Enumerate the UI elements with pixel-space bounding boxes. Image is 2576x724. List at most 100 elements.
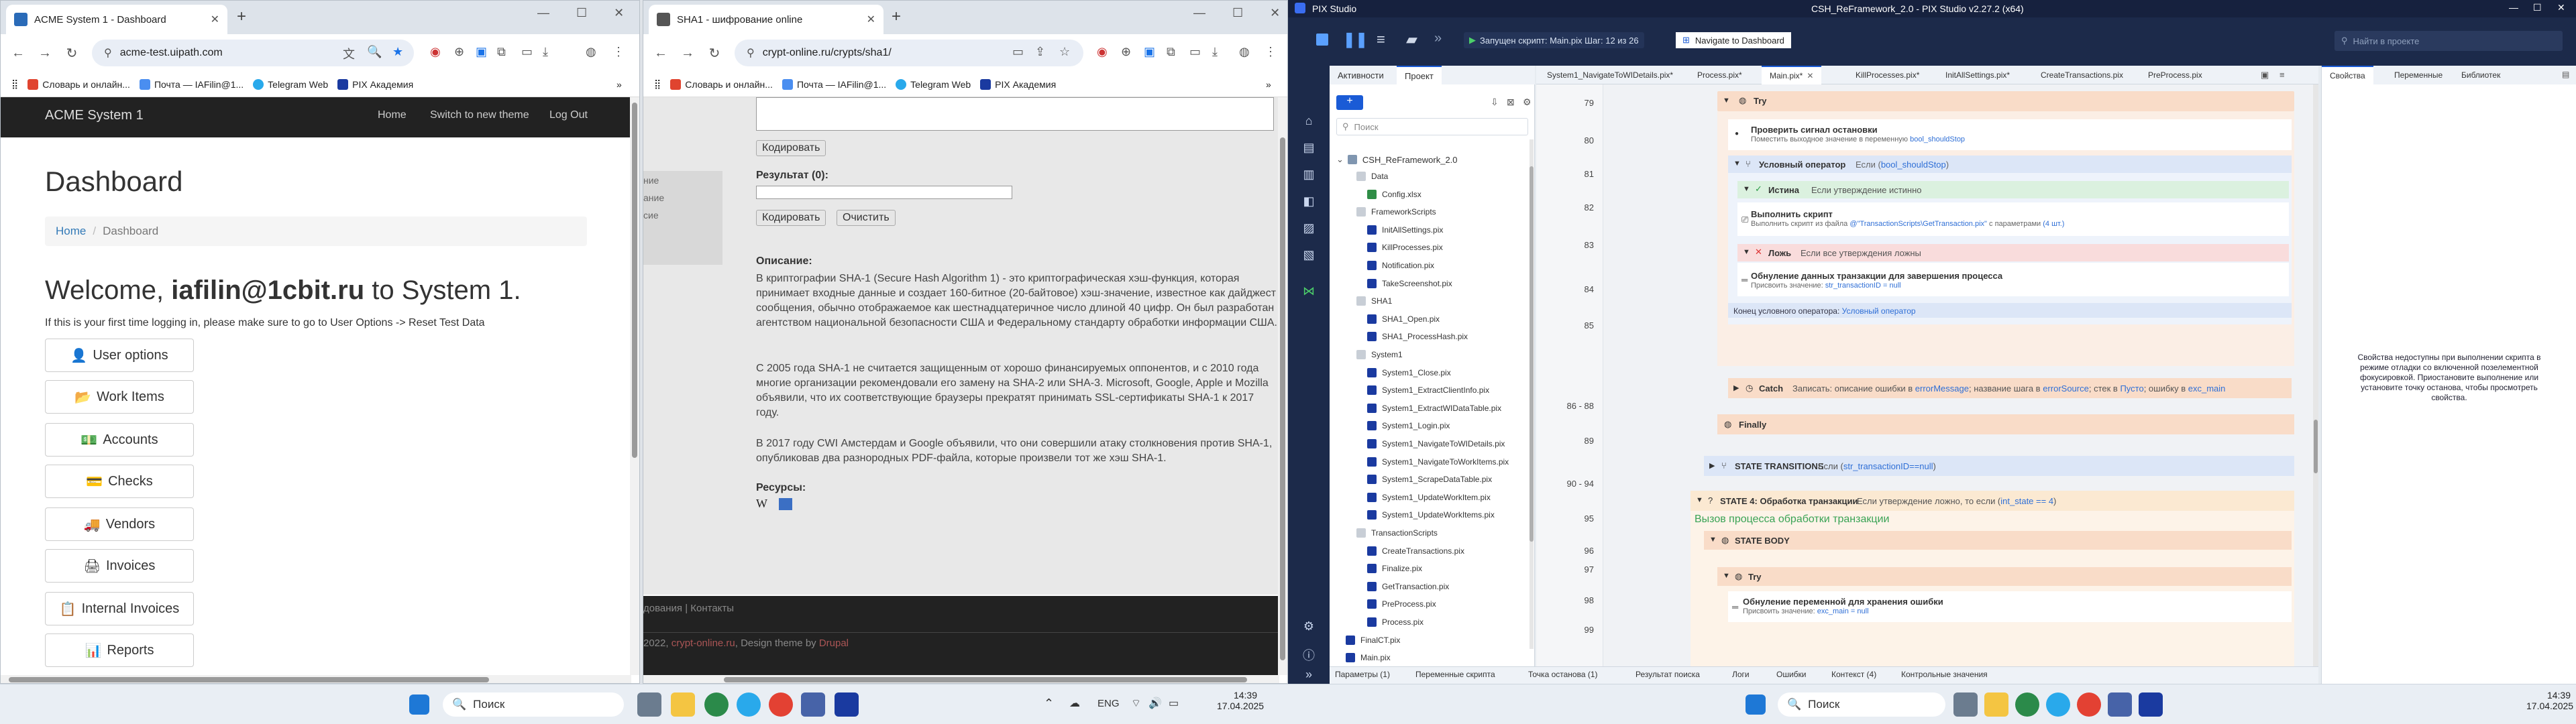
try-block[interactable]: ▼ ◍ Try [1717,91,2294,111]
windows-start-icon[interactable] [409,695,429,715]
reload-icon[interactable]: ↻ [701,45,728,62]
chevron-down-icon[interactable]: ▼ [1709,536,1717,544]
nav-icon[interactable]: ▨ [1301,221,1316,236]
step-icon[interactable]: ≡ [1377,31,1385,48]
tree-file[interactable]: Main.pix [1346,653,1391,663]
apps-icon[interactable]: ⣿ [654,78,661,90]
extension-icon[interactable]: ◉ [430,45,441,59]
tab-libraries[interactable]: Библиотек [2453,66,2508,84]
panel-menu-icon[interactable]: ▤ [2562,70,2569,79]
chevron-down-icon[interactable]: ▼ [1733,160,1741,168]
editor-tab[interactable]: System1_NavigateToWIDetails.pix* [1539,66,1681,84]
scrollbar-thumb[interactable] [1529,166,1534,542]
scrollbar-thumb[interactable] [9,677,489,682]
new-tab-icon[interactable]: + [892,7,901,26]
tree-file[interactable]: Process.pix [1367,617,1424,627]
sidebar-icon[interactable]: ▭ [1189,45,1201,59]
encode-button[interactable]: Кодировать [756,140,826,156]
tree-file[interactable]: Notification.pix [1367,261,1434,270]
settings-icon[interactable]: ⚙ [1301,619,1316,634]
footer-theme-link[interactable]: Drupal [819,638,849,649]
bookmark-item[interactable]: Словарь и онлайн... [670,78,773,90]
clock[interactable]: 14:39 17.04.2025 [2526,690,2573,711]
side-menu-item[interactable]: ание [643,192,664,203]
extensions-puzzle-icon[interactable]: ⧉ [497,45,506,59]
maximize-icon[interactable]: ☐ [1232,6,1243,20]
app-icon[interactable] [704,692,729,717]
check-stop-activity[interactable]: ● Проверить сигнал остановки Поместить в… [1728,119,2292,150]
tab-variables[interactable]: Переменные [2386,66,2451,84]
site-info-icon[interactable]: ⚲ [104,46,112,60]
invoices-button[interactable]: 🖨 Invoices [45,549,194,583]
encode-button[interactable]: Кодировать [756,210,826,226]
editor-tab[interactable]: CreateTransactions.pix [2033,66,2131,84]
bottom-tab[interactable]: Ошибки [1776,670,1807,679]
scrollbar-thumb[interactable] [1280,137,1285,660]
file-explorer-icon[interactable] [1984,692,2008,717]
extension-icon[interactable]: ▣ [1144,45,1155,59]
tree-file[interactable]: InitAllSettings.pix [1367,225,1443,235]
file-explorer-icon[interactable] [671,692,695,717]
footer-link[interactable]: дования [643,603,682,614]
bookmark-item[interactable]: PIX Академия [980,78,1056,90]
telegram-icon[interactable] [2046,692,2070,717]
tree-file[interactable]: System1_Close.pix [1367,367,1451,377]
bookmark-star-icon[interactable]: ★ [392,45,403,59]
vendors-button[interactable]: 🚚 Vendors [45,507,194,541]
telegram-icon[interactable] [737,692,761,717]
close-window-icon[interactable]: ✕ [2557,2,2565,13]
footer-link-contacts[interactable]: Контакты [690,603,734,614]
extension-icon[interactable]: ▣ [476,45,487,59]
tree-file[interactable]: SHA1_Open.pix [1367,314,1440,324]
vertical-scrollbar[interactable] [630,97,639,675]
profile-icon[interactable]: ◍ [1239,45,1250,59]
new-tab-icon[interactable]: + [237,7,246,26]
nav-logout-link[interactable]: Log Out [549,109,588,121]
work-items-button[interactable]: 📂 Work Items [45,380,194,414]
editor-tab[interactable]: KillProcesses.pix* [1847,66,1927,84]
network-icon[interactable]: ☁ [1069,697,1080,710]
extension-icon[interactable]: ◉ [1097,45,1108,59]
brand-link[interactable]: ACME System 1 [45,108,144,123]
nav-icon[interactable]: ◧ [1301,194,1316,209]
bottom-tab[interactable]: Точка останова (1) [1528,670,1598,679]
resource-link-icon[interactable] [779,498,792,510]
windows-start-icon[interactable] [1746,695,1766,715]
browser-tab-sha1[interactable]: SHA1 - шифрование online ✕ [649,5,883,34]
editor-tab[interactable]: InitAllSettings.pix* [1937,66,2018,84]
close-tab-icon[interactable]: ✕ [1807,71,1813,80]
if-block[interactable]: ▼ ⑂ Условный оператор Если (bool_shouldS… [1728,156,2292,173]
add-button[interactable]: + [1336,95,1363,110]
export-icon[interactable]: ⇩ [1491,97,1499,108]
false-branch[interactable]: ▼ ✕ Ложь Если все утверждения ложны [1737,244,2289,261]
bottom-tab[interactable]: Результат поиска [1635,670,1700,679]
back-icon[interactable]: ← [647,46,674,61]
nav-switch-theme-link[interactable]: Switch to new theme [430,109,529,121]
cast-icon[interactable]: ▭ [1012,45,1024,59]
tabs-overflow-icon[interactable]: ▣ [2261,70,2269,80]
more-icon[interactable]: » [1434,31,1442,46]
assign-activity[interactable]: ═ Обнуление переменной для хранения ошиб… [1728,591,2292,622]
tab-project[interactable]: Проект [1397,66,1442,84]
bottom-tab[interactable]: Контрольные значения [1901,670,1988,679]
tray-arrow-icon[interactable]: ⌃ [1044,697,1054,711]
wikipedia-icon[interactable]: W [756,497,767,511]
pix-studio-icon[interactable] [835,692,859,717]
tree-folder[interactable]: TransactionScripts [1356,528,1438,538]
tree-folder[interactable]: System1 [1356,350,1403,359]
close-tab-icon[interactable]: ✕ [211,13,219,26]
scrollbar-thumb[interactable] [632,103,637,458]
tree-search[interactable]: ⚲ Поиск [1336,118,1528,135]
accounts-button[interactable]: 💵 Accounts [45,423,194,457]
chevron-down-icon[interactable]: ▼ [1743,185,1750,193]
language-indicator[interactable]: ENG [1097,698,1120,709]
tree-scrollbar[interactable] [1529,139,1534,649]
nav-icon[interactable]: ▥ [1301,168,1316,182]
close-window-icon[interactable]: ✕ [614,6,624,20]
tab-activities[interactable]: Активности [1330,66,1392,84]
tree-file[interactable]: System1_ExtractWIDataTable.pix [1367,403,1501,413]
task-view-icon[interactable] [637,692,661,717]
bookmark-item[interactable]: Telegram Web [896,78,971,90]
user-options-button[interactable]: 👤 User options [45,339,194,372]
maximize-icon[interactable]: ☐ [2533,2,2542,13]
